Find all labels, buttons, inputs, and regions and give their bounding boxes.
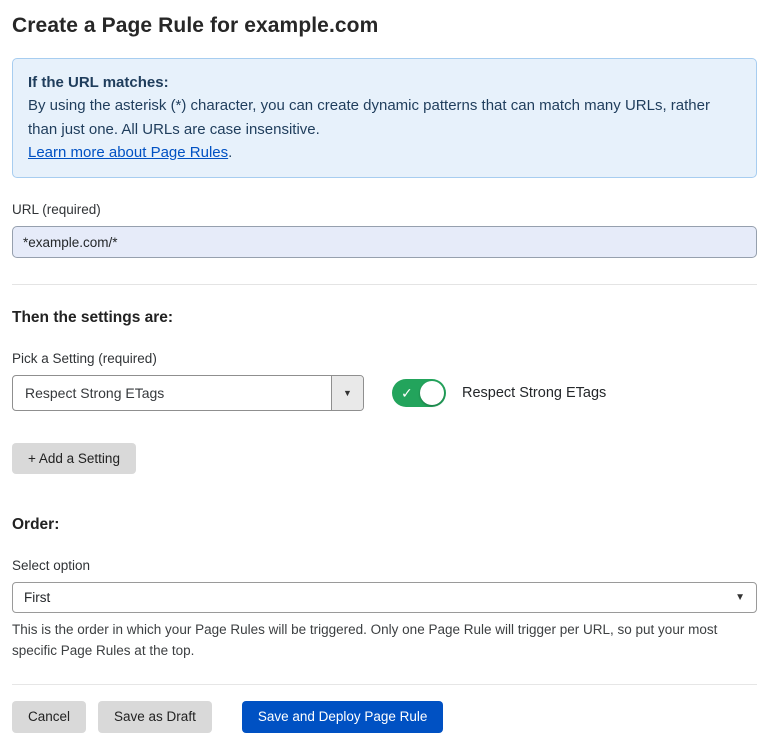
url-input[interactable] bbox=[12, 226, 757, 258]
info-box-heading: If the URL matches: bbox=[28, 71, 741, 94]
setting-dropdown[interactable]: Respect Strong ETags ▼ bbox=[12, 375, 364, 411]
setting-dropdown-value: Respect Strong ETags bbox=[13, 385, 331, 401]
order-heading: Order: bbox=[12, 516, 757, 534]
etags-toggle[interactable]: ✓ bbox=[392, 379, 446, 407]
dropdown-arrow-icon[interactable]: ▼ bbox=[331, 376, 363, 410]
info-link-row: Learn more about Page Rules. bbox=[28, 141, 741, 164]
page-title: Create a Page Rule for example.com bbox=[12, 14, 757, 38]
chevron-down-icon: ▼ bbox=[735, 592, 745, 603]
order-select[interactable]: First ▼ bbox=[12, 582, 757, 613]
toggle-knob bbox=[420, 381, 444, 405]
footer-actions: Cancel Save as Draft Save and Deploy Pag… bbox=[12, 684, 757, 733]
url-match-info-box: If the URL matches: By using the asteris… bbox=[12, 58, 757, 178]
info-box-body: By using the asterisk (*) character, you… bbox=[28, 94, 741, 141]
learn-more-link[interactable]: Learn more about Page Rules bbox=[28, 144, 228, 161]
link-period: . bbox=[228, 144, 232, 161]
etags-toggle-label: Respect Strong ETags bbox=[462, 385, 606, 401]
order-help-text: This is the order in which your Page Rul… bbox=[12, 620, 757, 662]
pick-setting-label: Pick a Setting (required) bbox=[12, 351, 757, 366]
setting-row: Respect Strong ETags ▼ ✓ Respect Strong … bbox=[12, 375, 757, 411]
url-label: URL (required) bbox=[12, 202, 757, 217]
cancel-button[interactable]: Cancel bbox=[12, 701, 86, 733]
order-select-value: First bbox=[24, 590, 735, 605]
create-page-rule-form: Create a Page Rule for example.com If th… bbox=[0, 0, 769, 733]
add-setting-button[interactable]: + Add a Setting bbox=[12, 443, 136, 474]
save-deploy-button[interactable]: Save and Deploy Page Rule bbox=[242, 701, 444, 733]
save-draft-button[interactable]: Save as Draft bbox=[98, 701, 212, 733]
checkmark-icon: ✓ bbox=[401, 386, 413, 400]
section-divider bbox=[12, 284, 757, 285]
settings-heading: Then the settings are: bbox=[12, 309, 757, 327]
order-select-label: Select option bbox=[12, 558, 757, 573]
